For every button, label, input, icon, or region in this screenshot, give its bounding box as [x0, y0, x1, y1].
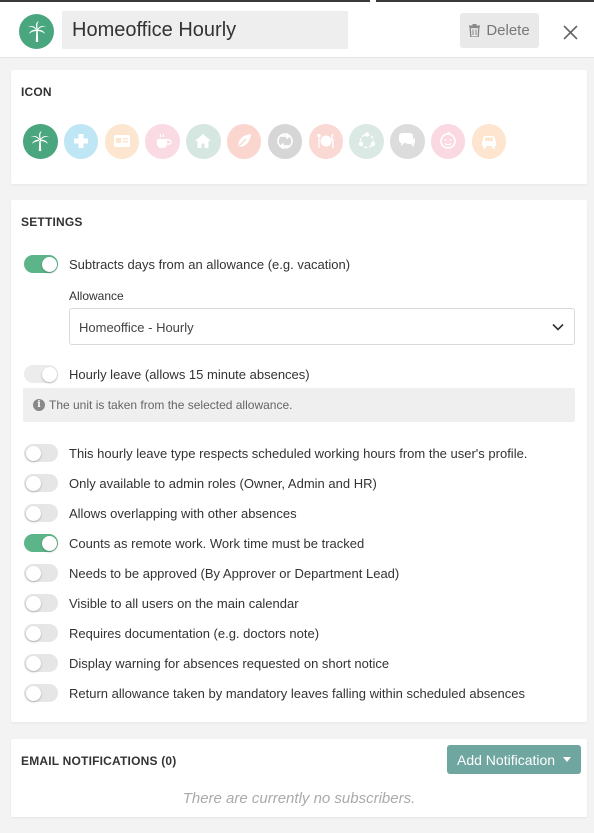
allowance-select[interactable]: Homeoffice - Hourly — [69, 308, 575, 345]
info-box: i The unit is taken from the selected al… — [23, 388, 575, 422]
no-subscribers-text: There are currently no subscribers. — [182, 790, 416, 807]
option-label: Only available to admin roles (Owner, Ad… — [69, 476, 377, 491]
car-icon[interactable] — [471, 124, 507, 159]
option-toggle[interactable] — [24, 564, 58, 582]
option-toggle[interactable] — [24, 504, 58, 522]
id-card-icon[interactable] — [104, 124, 140, 159]
team-icon[interactable] — [349, 124, 384, 159]
add-notification-label: Add Notification — [457, 751, 556, 768]
option-label: Allows overlapping with other absences — [69, 506, 297, 521]
palm-tree-icon[interactable] — [23, 124, 58, 159]
coffee-cup-icon[interactable] — [145, 124, 180, 159]
delete-label: Delete — [486, 22, 530, 39]
option-label: This hourly leave type respects schedule… — [69, 446, 528, 461]
info-text: The unit is taken from the selected allo… — [49, 398, 293, 412]
allowance-value: Homeoffice - Hourly — [79, 320, 194, 335]
notifications-section-title: EMAIL NOTIFICATIONS (0) — [21, 754, 177, 768]
option-label: Needs to be approved (By Approver or Dep… — [69, 566, 400, 581]
option-label: Requires documentation (e.g. doctors not… — [69, 626, 320, 641]
option-label: Return allowance taken by mandatory leav… — [69, 686, 525, 701]
info-icon: i — [33, 399, 45, 411]
option-toggle[interactable] — [24, 624, 58, 642]
exchange-icon[interactable] — [267, 124, 303, 159]
icon-section-title: ICON — [21, 85, 52, 99]
hourly-leave-label: Hourly leave (allows 15 minute absences) — [69, 367, 310, 382]
header: Delete — [0, 2, 594, 58]
notifications-card: EMAIL NOTIFICATIONS (0) Add Notification… — [11, 739, 587, 817]
subtract-allowance-toggle[interactable] — [24, 255, 58, 273]
option-label: Counts as remote work. Work time must be… — [69, 536, 365, 551]
chat-bubbles-icon[interactable] — [390, 124, 425, 159]
subtract-allowance-label: Subtracts days from an allowance (e.g. v… — [69, 257, 351, 272]
settings-section-title: SETTINGS — [21, 215, 83, 229]
delete-button[interactable]: Delete — [460, 13, 539, 48]
leave-type-name-input[interactable] — [62, 11, 348, 49]
palm-tree-icon[interactable] — [19, 14, 54, 49]
option-label: Display warning for absences requested o… — [69, 656, 390, 671]
option-toggle[interactable] — [24, 654, 58, 672]
chevron-down-icon — [552, 323, 564, 331]
close-icon — [562, 24, 578, 40]
home-icon[interactable] — [186, 124, 221, 159]
medical-cross-icon[interactable] — [63, 124, 99, 159]
dining-icon[interactable] — [308, 124, 344, 159]
baby-icon[interactable] — [430, 124, 466, 159]
add-notification-button[interactable]: Add Notification — [447, 745, 581, 774]
allowance-label: Allowance — [69, 289, 124, 303]
hourly-leave-toggle[interactable] — [24, 365, 58, 383]
caret-down-icon — [563, 757, 571, 762]
trash-icon — [469, 24, 481, 37]
option-toggle[interactable] — [24, 534, 58, 552]
icon-picker — [23, 124, 507, 159]
option-toggle[interactable] — [24, 474, 58, 492]
leaf-icon[interactable] — [226, 124, 262, 159]
icon-card: ICON — [11, 70, 587, 184]
close-button[interactable] — [558, 20, 582, 44]
option-toggle[interactable] — [24, 594, 58, 612]
option-label: Visible to all users on the main calenda… — [69, 596, 299, 611]
option-toggle[interactable] — [24, 444, 58, 462]
option-toggle[interactable] — [24, 684, 58, 702]
settings-card: SETTINGS Subtracts days from an allowanc… — [11, 200, 587, 722]
